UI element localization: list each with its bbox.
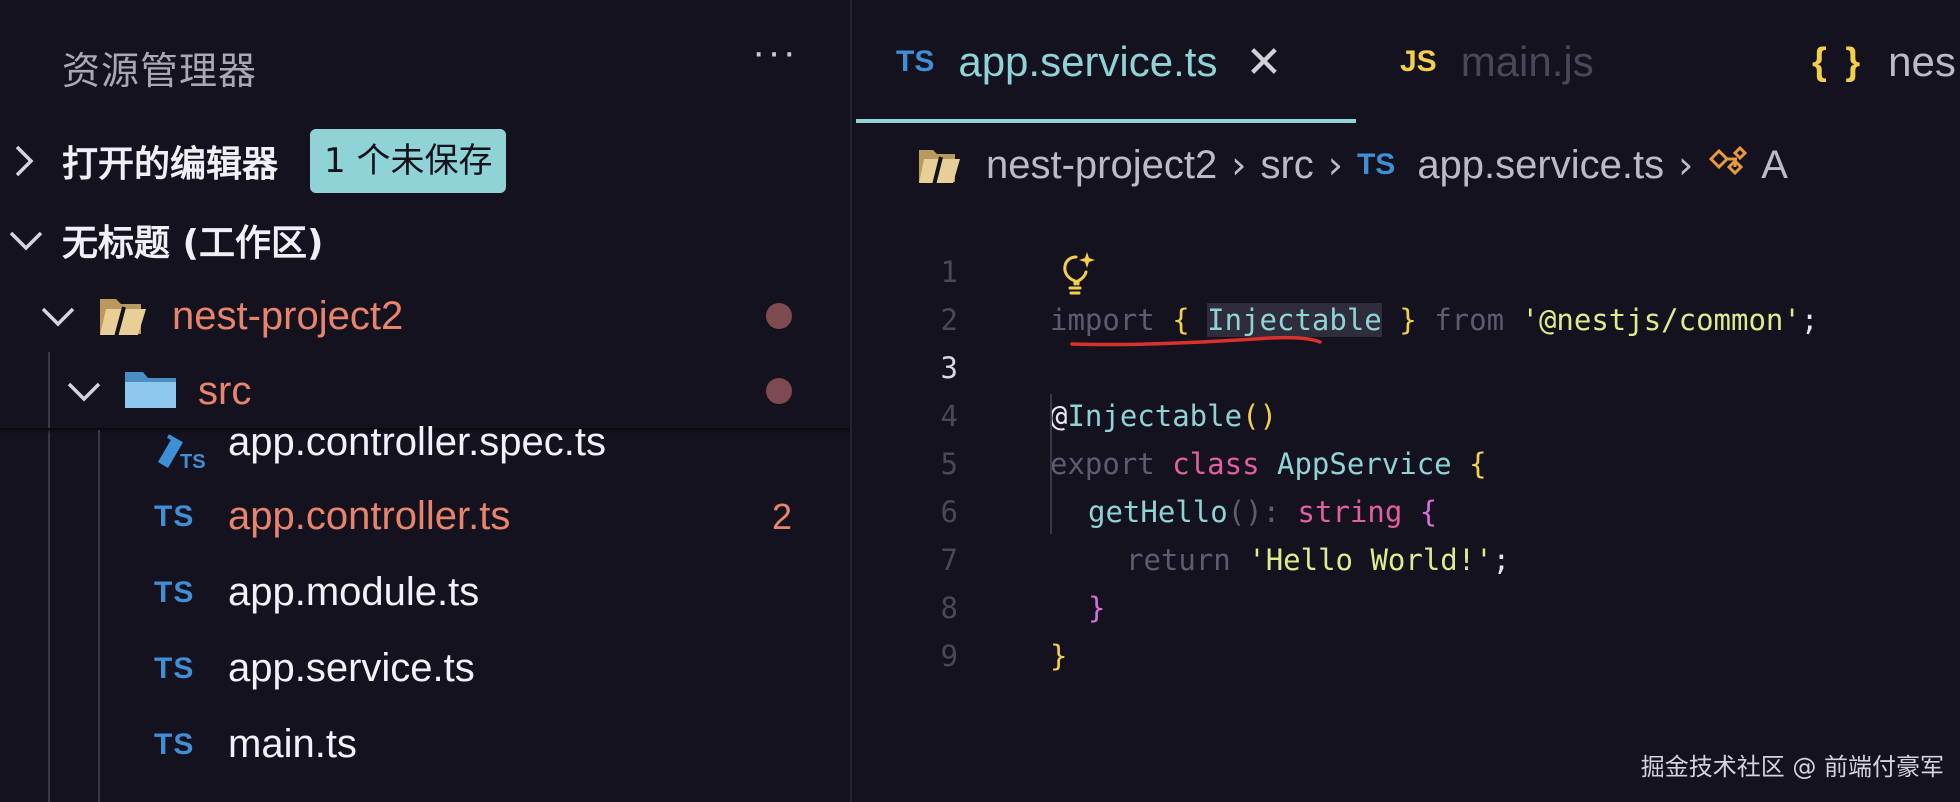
code-line: 5 getHello(): string { — [854, 392, 1960, 529]
code-line: 8 } — [854, 536, 1960, 673]
javascript-file-icon: JS — [1400, 45, 1437, 78]
tab-label: app.service.ts — [958, 38, 1218, 85]
file-name: main.ts — [228, 722, 357, 766]
unsaved-badge: 1 个未保存 — [310, 129, 507, 193]
typescript-file-icon: TS — [154, 728, 195, 761]
code-line-current: 3 @Injectable() — [854, 296, 1960, 433]
file-name: app.controller.ts — [228, 494, 511, 538]
watermark: 掘金技术社区 @ 前端付豪军 — [1640, 753, 1944, 781]
breadcrumb-symbol[interactable]: A — [1761, 143, 1788, 188]
project-folder-name: nest-project2 — [172, 293, 404, 338]
breadcrumb-file[interactable]: app.service.ts — [1417, 143, 1664, 188]
file-row-main[interactable]: TS main.ts — [0, 708, 850, 782]
modified-dot — [766, 378, 792, 404]
code-line: 6 return 'Hello World!'; — [854, 440, 1960, 577]
open-folder-icon — [919, 150, 960, 186]
more-actions-icon[interactable]: ··· — [752, 30, 798, 75]
project-folder-row[interactable]: nest-project2 — [0, 279, 850, 353]
typescript-file-icon: TS — [1356, 148, 1396, 181]
tab-bar: TS app.service.ts ✕ JS main.js { } nes — [854, 0, 1960, 124]
svg-text:TS: TS — [180, 451, 206, 472]
tab-label: main.js — [1460, 38, 1594, 85]
chevron-right-icon: › — [1231, 143, 1247, 187]
workspace-section[interactable]: 无标题 (工作区) — [0, 203, 850, 277]
open-folder-icon — [100, 299, 146, 338]
file-row-app-controller[interactable]: TS app.controller.ts 2 — [0, 480, 850, 554]
close-icon[interactable]: ✕ — [1245, 37, 1282, 88]
json-file-icon: { } — [1812, 40, 1865, 83]
modified-dot — [766, 303, 792, 329]
indent-guide — [1050, 394, 1052, 534]
breadcrumb: nest-project2 › src › TS app.service.ts … — [854, 130, 1960, 200]
tab-main-js[interactable]: JS main.js — [1400, 0, 1594, 124]
workspace-label: 无标题 (工作区) — [62, 223, 324, 264]
code-line: 2 — [854, 248, 1960, 337]
chevron-right-icon: › — [1327, 143, 1343, 187]
code-line: 4 export class AppService { — [854, 344, 1960, 481]
file-name: app.module.ts — [228, 570, 480, 614]
chevron-right-icon: › — [1678, 143, 1694, 187]
chevron-down-icon — [41, 307, 75, 327]
problem-count-badge: 2 — [772, 496, 793, 537]
breadcrumb-folder[interactable]: nest-project2 — [986, 143, 1217, 188]
tab-app-service[interactable]: TS app.service.ts ✕ — [896, 0, 1282, 124]
line-number: 9 — [940, 639, 958, 673]
file-name: app.service.ts — [228, 646, 475, 690]
explorer-title: 资源管理器 — [62, 49, 258, 93]
code-line: 1 import { Injectable } from '@nestjs/co… — [854, 200, 1960, 337]
tab-json[interactable]: { } nes — [1812, 0, 1956, 124]
typescript-file-icon: TS — [154, 652, 195, 685]
code-line: 7 } — [854, 488, 1960, 625]
file-name: app.controller.spec.ts — [228, 420, 606, 464]
symbol-class-icon — [1709, 145, 1748, 176]
chevron-right-icon — [15, 145, 34, 177]
file-row-app-module[interactable]: TS app.module.ts — [0, 556, 850, 630]
lightbulb-sparkle-icon[interactable] — [1054, 250, 1098, 298]
test-file-icon: TS — [158, 434, 206, 472]
explorer-sidebar: 资源管理器 ··· 打开的编辑器 1 个未保存 无标题 (工作区) nest-p… — [0, 0, 852, 802]
open-editors-label: 打开的编辑器 — [62, 144, 279, 185]
typescript-file-icon: TS — [154, 500, 195, 533]
file-row-app-service[interactable]: TS app.service.ts — [0, 632, 850, 706]
chevron-down-icon — [67, 382, 101, 402]
editor-area: TS app.service.ts ✕ JS main.js { } nes n… — [854, 0, 1960, 802]
active-tab-indicator — [856, 119, 1356, 123]
code-text: } — [1050, 639, 1068, 673]
typescript-file-icon: TS — [154, 576, 195, 609]
tab-label: nes — [1888, 38, 1956, 85]
breadcrumb-subfolder[interactable]: src — [1260, 143, 1313, 188]
file-row-app-controller-spec[interactable]: TS app.controller.spec.ts — [0, 406, 850, 480]
chevron-down-icon — [9, 231, 43, 251]
typescript-file-icon: TS — [896, 45, 935, 78]
code-line: 9 — [854, 584, 1960, 673]
